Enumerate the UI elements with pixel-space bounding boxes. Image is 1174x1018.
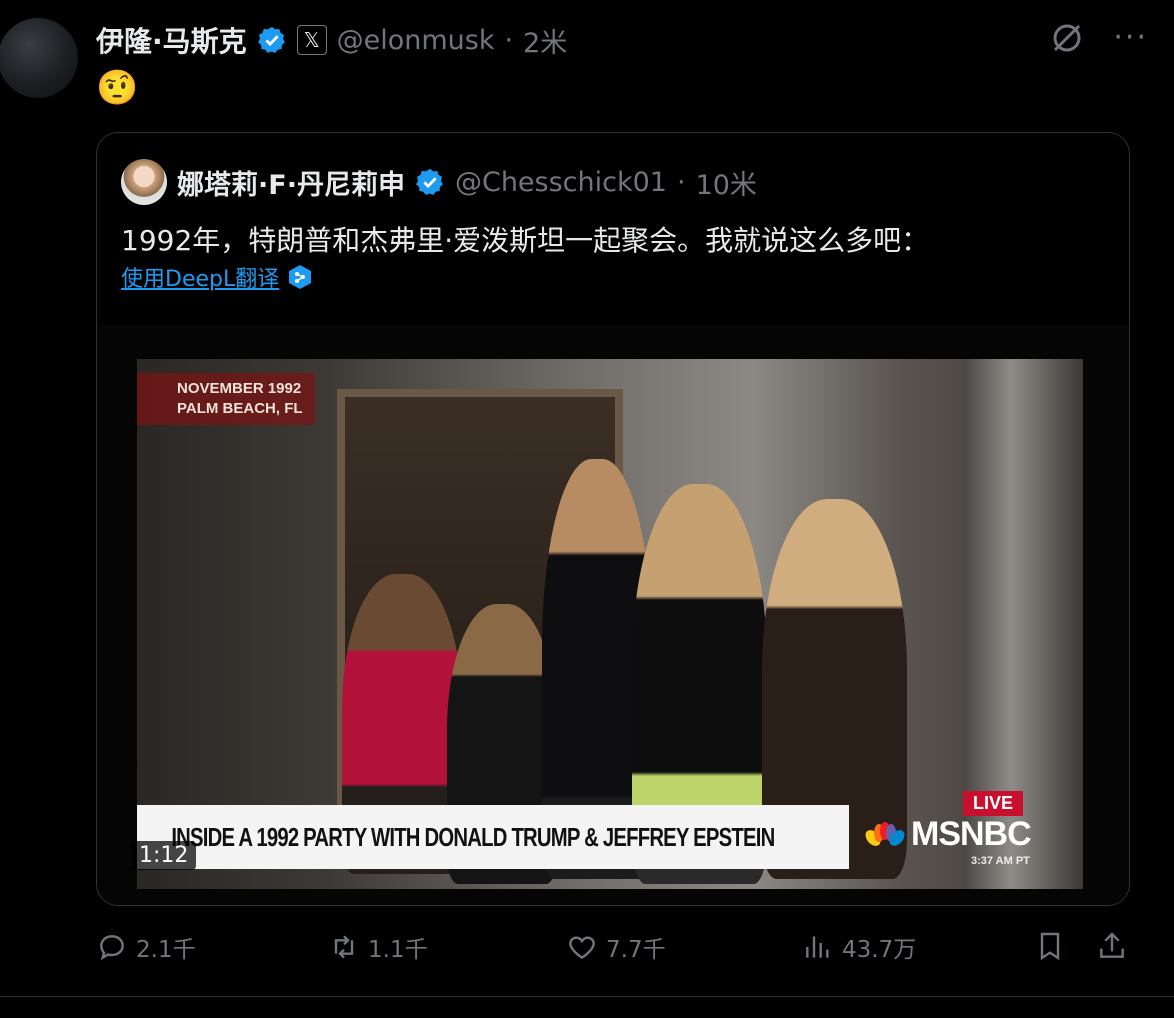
- translate-row: 使用DeepL翻译: [121, 261, 313, 293]
- repost-button[interactable]: 1.1千: [328, 930, 428, 964]
- quoted-author-handle[interactable]: @Chesschick01: [455, 167, 667, 198]
- bookmark-button[interactable]: [1034, 930, 1066, 962]
- video-player[interactable]: NOVEMBER 1992 PALM BEACH, FL INSIDE A 19…: [97, 325, 1129, 905]
- live-badge: LIVE: [963, 791, 1024, 816]
- network-name: MSNBC: [911, 815, 1032, 853]
- network-logo: MSNBC: [865, 815, 1032, 854]
- share-icon: [1100, 932, 1124, 958]
- author-handle[interactable]: @elonmusk: [337, 25, 495, 56]
- video-dateline: NOVEMBER 1992 PALM BEACH, FL: [137, 373, 315, 425]
- author-avatar[interactable]: [0, 18, 78, 98]
- quoted-tweet-time[interactable]: 10米: [696, 163, 757, 202]
- quoted-tweet-card[interactable]: 娜塔莉·F·丹尼莉申 @Chesschick01 · 10米 1992年，特朗普…: [96, 132, 1130, 906]
- translate-link[interactable]: 使用DeepL翻译: [121, 261, 279, 293]
- view-count: 43.7万: [842, 937, 917, 963]
- share-button[interactable]: [1096, 930, 1128, 962]
- views-button[interactable]: 43.7万: [802, 930, 916, 964]
- like-count: 7.7千: [606, 937, 666, 963]
- reply-icon: [100, 935, 124, 961]
- reply-count: 2.1千: [136, 937, 196, 963]
- repost-icon: [334, 935, 354, 959]
- like-button[interactable]: 7.7千: [566, 930, 666, 964]
- dateline-date: NOVEMBER 1992: [177, 380, 302, 397]
- lower-third-text: INSIDE A 1992 PARTY WITH DONALD TRUMP & …: [171, 821, 775, 852]
- quoted-author-avatar[interactable]: [121, 159, 167, 205]
- tweet-divider: [0, 996, 1174, 997]
- video-frame[interactable]: NOVEMBER 1992 PALM BEACH, FL INSIDE A 19…: [137, 359, 1083, 889]
- grok-icon[interactable]: [1049, 20, 1085, 56]
- reply-button[interactable]: 2.1千: [96, 930, 196, 964]
- quoted-tweet-header: 娜塔莉·F·丹尼莉申 @Chesschick01 · 10米: [121, 159, 757, 205]
- separator-dot: ·: [504, 24, 514, 56]
- deepl-icon: [289, 265, 312, 289]
- tweet-body-emoji: 🤨: [96, 68, 139, 108]
- verified-badge-icon: [257, 26, 285, 53]
- heart-icon: [569, 936, 595, 960]
- quoted-verified-badge-icon: [416, 168, 443, 195]
- video-lower-third: INSIDE A 1992 PARTY WITH DONALD TRUMP & …: [137, 805, 849, 869]
- repost-count: 1.1千: [368, 937, 428, 963]
- peacock-icon: [865, 821, 905, 846]
- quoted-separator-dot: ·: [676, 166, 686, 198]
- tweet-header: 伊隆·马斯克 𝕏 @elonmusk · 2米: [96, 20, 567, 60]
- x-logo-icon[interactable]: 𝕏: [296, 25, 327, 55]
- views-chart-icon: [806, 936, 829, 958]
- tweet-time[interactable]: 2米: [523, 21, 567, 60]
- tweet-top-actions: ···: [1049, 20, 1148, 56]
- tweet-action-bar: 2.1千 1.1千 7.7千 43.7万: [96, 930, 1136, 974]
- bookmark-icon: [1040, 932, 1060, 961]
- dateline-place: PALM BEACH, FL: [177, 400, 303, 417]
- more-options-icon[interactable]: ···: [1113, 23, 1148, 53]
- video-duration: 1:12: [131, 841, 197, 870]
- author-name[interactable]: 伊隆·马斯克: [96, 20, 247, 60]
- broadcast-clock: 3:37 AM PT: [971, 855, 1030, 867]
- quoted-tweet-text: 1992年，特朗普和杰弗里·爱泼斯坦一起聚会。我就说这么多吧：: [121, 224, 930, 257]
- quoted-author-name[interactable]: 娜塔莉·F·丹尼莉申: [177, 163, 405, 202]
